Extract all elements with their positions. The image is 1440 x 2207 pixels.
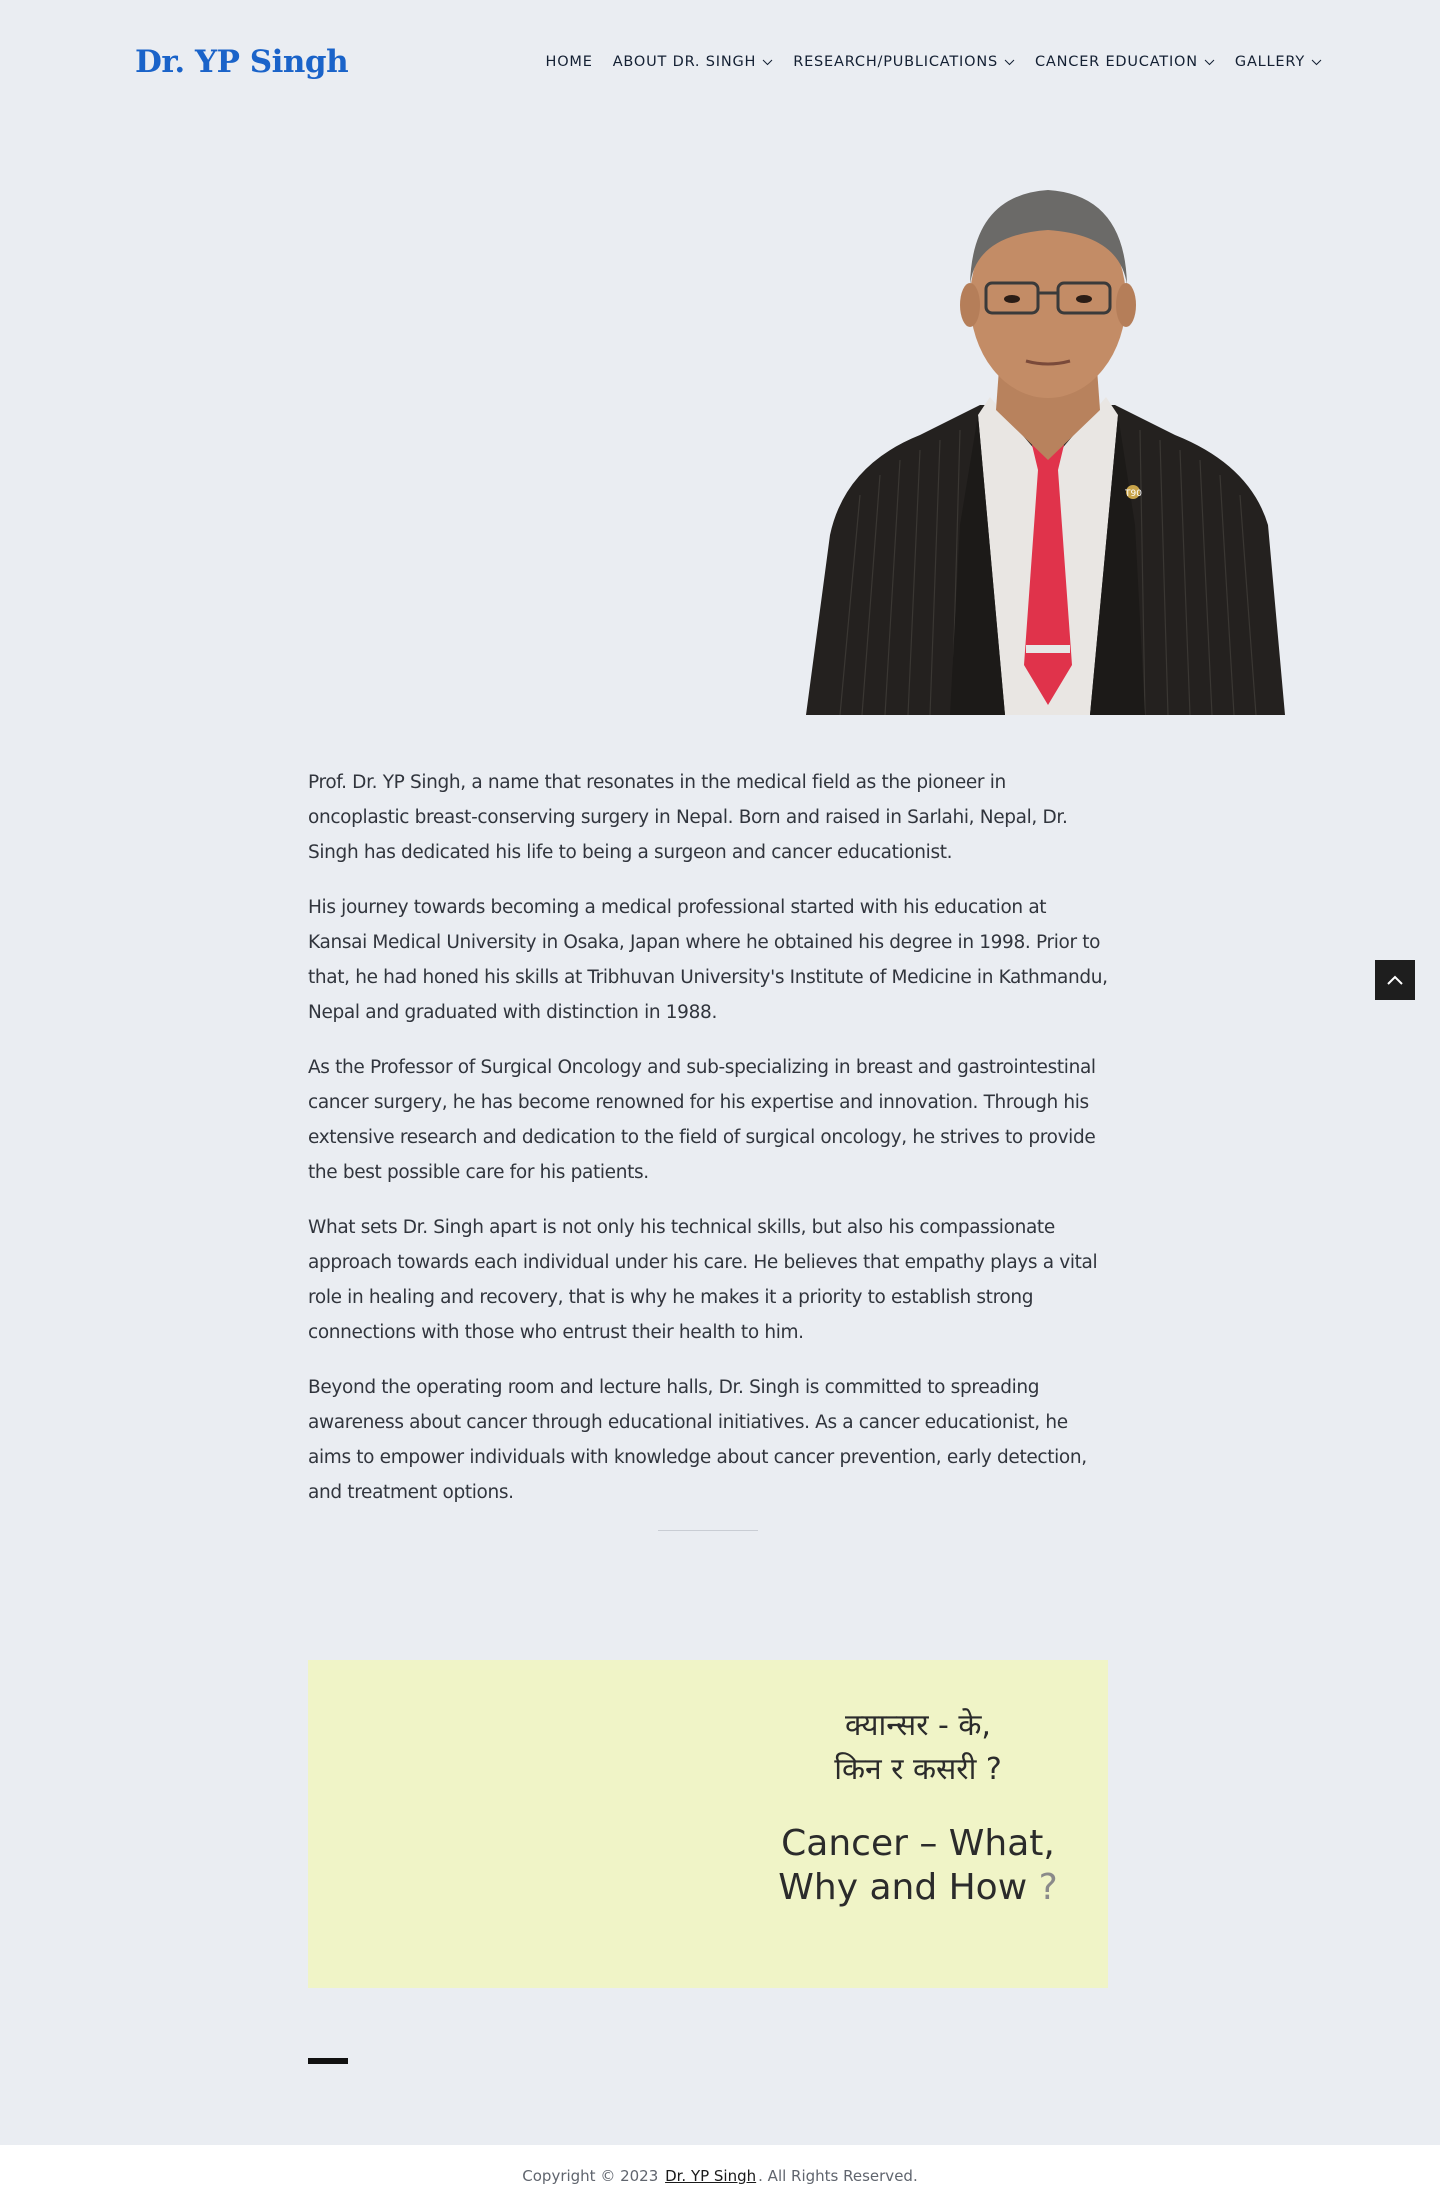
site-header: Dr. YP Singh HOME ABOUT DR. SINGH RESEAR…: [0, 0, 1440, 132]
chevron-down-icon: [1004, 59, 1015, 65]
nav-label: CANCER EDUCATION: [1034, 54, 1198, 70]
nav-item-about[interactable]: ABOUT DR. SINGH: [613, 54, 774, 70]
chevron-down-icon: [1311, 59, 1322, 65]
nav-item-cancer-education[interactable]: CANCER EDUCATION: [1035, 54, 1215, 70]
nav-item-gallery[interactable]: GALLERY: [1235, 54, 1322, 70]
bio-paragraph: Beyond the operating room and lecture ha…: [308, 1377, 1087, 1503]
banner-nepali-title: क्यान्सर - के, किन र कसरी ?: [768, 1704, 1068, 1792]
portrait-image: T90: [806, 190, 1285, 715]
lapel-pin: T90: [1124, 489, 1142, 499]
bio-paragraph: As the Professor of Surgical Oncology an…: [308, 1057, 1096, 1183]
back-to-top-button[interactable]: [1375, 960, 1415, 1000]
banner-english-title: Cancer – What, Why and How ?: [768, 1822, 1068, 1910]
banner-question-mark: ?: [1038, 1867, 1058, 1908]
bio-paragraph: His journey towards becoming a medical p…: [308, 897, 1108, 1023]
main-nav: HOME ABOUT DR. SINGH RESEARCH/PUBLICATIO…: [546, 54, 1323, 70]
bio-paragraph: What sets Dr. Singh apart is not only hi…: [308, 1217, 1098, 1343]
site-footer: Copyright © 2023 Dr. YP Singh. All Right…: [0, 2145, 1440, 2207]
section-divider: [658, 1530, 758, 1531]
accent-bar: [308, 2058, 348, 2064]
nav-label: RESEARCH/PUBLICATIONS: [793, 54, 998, 70]
footer-home-link[interactable]: Dr. YP Singh: [665, 2167, 756, 2185]
cancer-education-banner[interactable]: क्यान्सर - के, किन र कसरी ? Cancer – Wha…: [308, 1660, 1108, 1988]
chevron-down-icon: [762, 59, 773, 65]
site-logo[interactable]: Dr. YP Singh: [135, 44, 349, 80]
nav-label: ABOUT DR. SINGH: [612, 54, 757, 70]
banner-nepali-line: किन र कसरी ?: [834, 1752, 1002, 1787]
copyright-text: Copyright © 2023: [522, 2167, 659, 2185]
nav-item-research[interactable]: RESEARCH/PUBLICATIONS: [793, 54, 1015, 70]
rights-text: . All Rights Reserved.: [758, 2167, 918, 2185]
banner-nepali-line: क्यान्सर - के,: [845, 1708, 991, 1743]
nav-label: GALLERY: [1234, 54, 1305, 70]
nav-label: HOME: [545, 54, 593, 70]
banner-english-line: Why and How ?: [768, 1866, 1068, 1910]
bio-paragraph: Prof. Dr. YP Singh, a name that resonate…: [308, 772, 1068, 863]
chevron-down-icon: [1204, 59, 1215, 65]
chevron-up-icon: [1387, 975, 1403, 985]
banner-english-line: Cancer – What,: [781, 1823, 1055, 1864]
bio-section: Prof. Dr. YP Singh, a name that resonate…: [308, 765, 1108, 1530]
nav-item-home[interactable]: HOME: [546, 54, 593, 70]
banner-english-text: Why and How: [778, 1867, 1028, 1908]
